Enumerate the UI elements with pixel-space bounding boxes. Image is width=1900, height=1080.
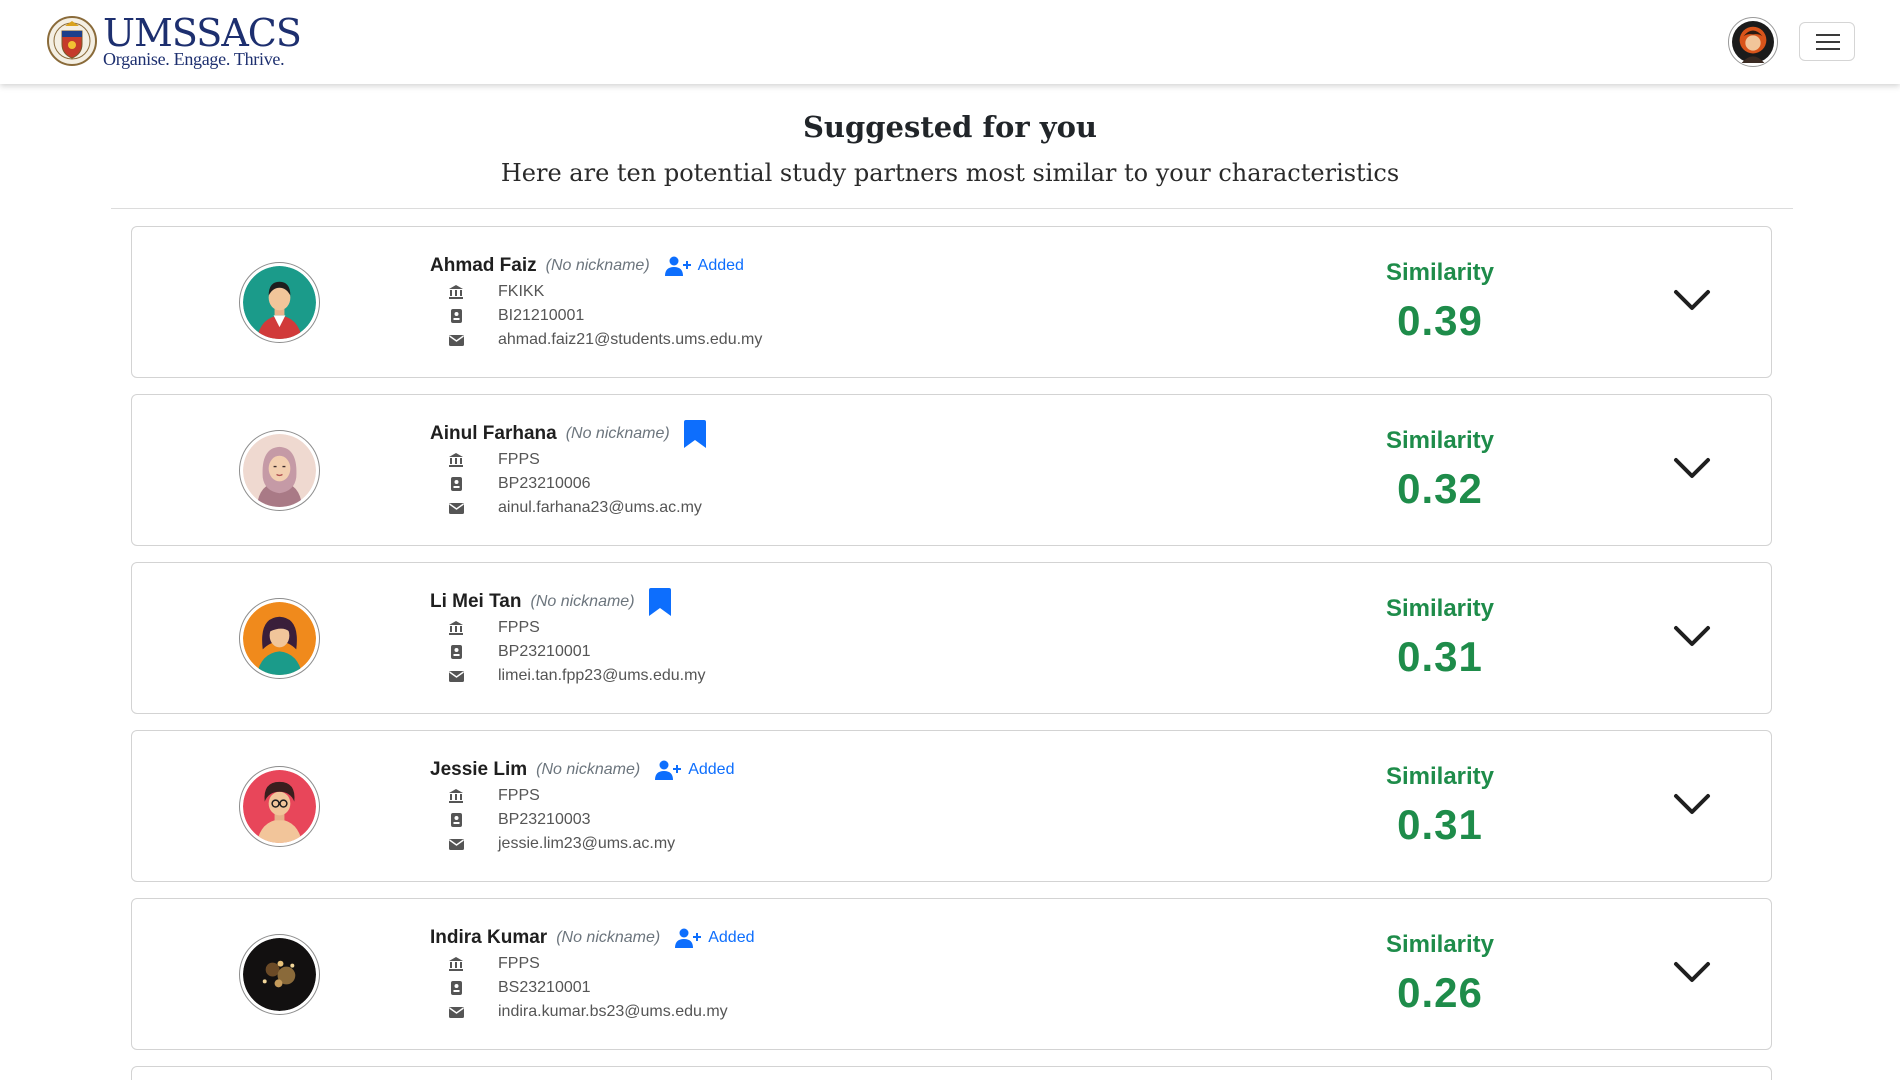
university-crest-icon [47, 16, 97, 66]
avatar [239, 262, 320, 343]
partner-card[interactable]: Ainul Farhana (No nickname) FPPS BP23210… [131, 394, 1772, 546]
added-button[interactable]: Added [675, 928, 755, 948]
email-text[interactable]: indira.kumar.bs23@ums.edu.my [498, 1003, 728, 1021]
curly-hair-avatar-icon [243, 770, 316, 843]
envelope-icon [447, 1004, 465, 1020]
male-avatar-icon [243, 266, 316, 339]
added-button[interactable]: Added [655, 760, 734, 780]
id-badge-icon [447, 308, 465, 324]
hamburger-icon-line [1816, 34, 1840, 36]
hamburger-icon-line [1816, 41, 1840, 43]
faculty-text: FPPS [498, 787, 540, 804]
envelope-icon [447, 332, 465, 348]
hijab-avatar-icon [243, 434, 316, 507]
similarity-label: Similarity [1385, 931, 1495, 958]
similarity-label: Similarity [1385, 763, 1495, 790]
partner-name[interactable]: Ahmad Faiz [430, 255, 537, 277]
building-columns-icon [447, 620, 465, 636]
similarity-label: Similarity [1385, 259, 1495, 286]
photo-avatar-icon [243, 938, 316, 1011]
avatar [239, 430, 320, 511]
chevron-down-icon[interactable] [1672, 959, 1712, 985]
email-text[interactable]: ahmad.faiz21@students.ums.edu.my [498, 331, 762, 349]
partner-nickname: (No nickname) [530, 593, 635, 610]
page-title: Suggested for you [802, 110, 1098, 144]
email-text[interactable]: jessie.lim23@ums.ac.my [498, 835, 675, 853]
partner-nickname: (No nickname) [556, 929, 661, 946]
faculty-text: FPPS [498, 955, 540, 972]
partner-nickname: (No nickname) [536, 761, 641, 778]
matric-number: BI21210001 [498, 307, 585, 324]
partner-name[interactable]: Indira Kumar [430, 927, 547, 949]
partner-card[interactable]: Jessie Lim (No nickname) Added FPPS BP23… [131, 730, 1772, 882]
added-label: Added [688, 761, 735, 778]
building-columns-icon [447, 956, 465, 972]
id-badge-icon [447, 980, 465, 996]
brand-logo[interactable]: UMSSACS Organise. Engage. Thrive. [46, 10, 302, 69]
faculty-text: FPPS [498, 451, 540, 468]
added-label: Added [697, 257, 744, 274]
divider [111, 208, 1793, 209]
similarity-score: 0.31 [1397, 801, 1483, 848]
envelope-icon [447, 668, 465, 684]
partner-name[interactable]: Ainul Farhana [430, 423, 557, 445]
matric-number: BP23210003 [498, 811, 591, 828]
partner-nickname: (No nickname) [565, 425, 670, 442]
user-plus-icon [655, 760, 682, 780]
envelope-icon [447, 836, 465, 852]
building-columns-icon [447, 452, 465, 468]
page-subtitle: Here are ten potential study partners mo… [500, 159, 1400, 187]
id-badge-icon [447, 812, 465, 828]
bookmark-icon[interactable] [648, 588, 671, 616]
hamburger-icon-line [1816, 48, 1840, 50]
similarity-score: 0.32 [1397, 465, 1483, 512]
user-profile-avatar[interactable] [1728, 17, 1778, 67]
faculty-text: FKIKK [498, 283, 545, 300]
brand-name: UMSSACS [103, 10, 302, 55]
chevron-down-icon[interactable] [1672, 287, 1712, 313]
id-badge-icon [447, 476, 465, 492]
faculty-text: FPPS [498, 619, 540, 636]
chevron-down-icon[interactable] [1672, 623, 1712, 649]
partner-card[interactable]: Ahmad Faiz (No nickname) Added FKIKK BI2… [131, 226, 1772, 378]
user-avatar-icon [1732, 21, 1774, 63]
partner-name[interactable]: Jessie Lim [430, 759, 527, 781]
similarity-score: 0.39 [1397, 297, 1483, 344]
email-text[interactable]: ainul.farhana23@ums.ac.my [498, 499, 702, 517]
matric-number: BP23210006 [498, 475, 591, 492]
chevron-down-icon[interactable] [1672, 455, 1712, 481]
navbar: UMSSACS Organise. Engage. Thrive. [0, 0, 1900, 84]
added-label: Added [708, 929, 755, 946]
partner-card-partial[interactable] [131, 1066, 1772, 1080]
user-plus-icon [664, 256, 691, 276]
id-badge-icon [447, 644, 465, 660]
added-button[interactable]: Added [664, 256, 744, 276]
similarity-label: Similarity [1385, 595, 1495, 622]
avatar [239, 598, 320, 679]
matric-number: BS23210001 [498, 979, 591, 996]
building-columns-icon [447, 788, 465, 804]
user-plus-icon [675, 928, 702, 948]
partner-name[interactable]: Li Mei Tan [430, 591, 521, 613]
building-columns-icon [447, 284, 465, 300]
avatar [239, 766, 320, 847]
similarity-score: 0.26 [1397, 969, 1483, 1016]
similarity-label: Similarity [1385, 427, 1495, 454]
menu-toggle-button[interactable] [1799, 22, 1855, 61]
bookmark-icon[interactable] [683, 420, 706, 448]
email-text[interactable]: limei.tan.fpp23@ums.edu.my [498, 667, 705, 685]
avatar [239, 934, 320, 1015]
partner-nickname: (No nickname) [545, 257, 650, 274]
female-avatar-icon [243, 602, 316, 675]
chevron-down-icon[interactable] [1672, 791, 1712, 817]
similarity-score: 0.31 [1397, 633, 1483, 680]
partner-card[interactable]: Indira Kumar (No nickname) Added FPPS BS… [131, 898, 1772, 1050]
partner-card[interactable]: Li Mei Tan (No nickname) FPPS BP23210001… [131, 562, 1772, 714]
envelope-icon [447, 500, 465, 516]
brand-tagline: Organise. Engage. Thrive. [103, 48, 285, 69]
matric-number: BP23210001 [498, 643, 591, 660]
